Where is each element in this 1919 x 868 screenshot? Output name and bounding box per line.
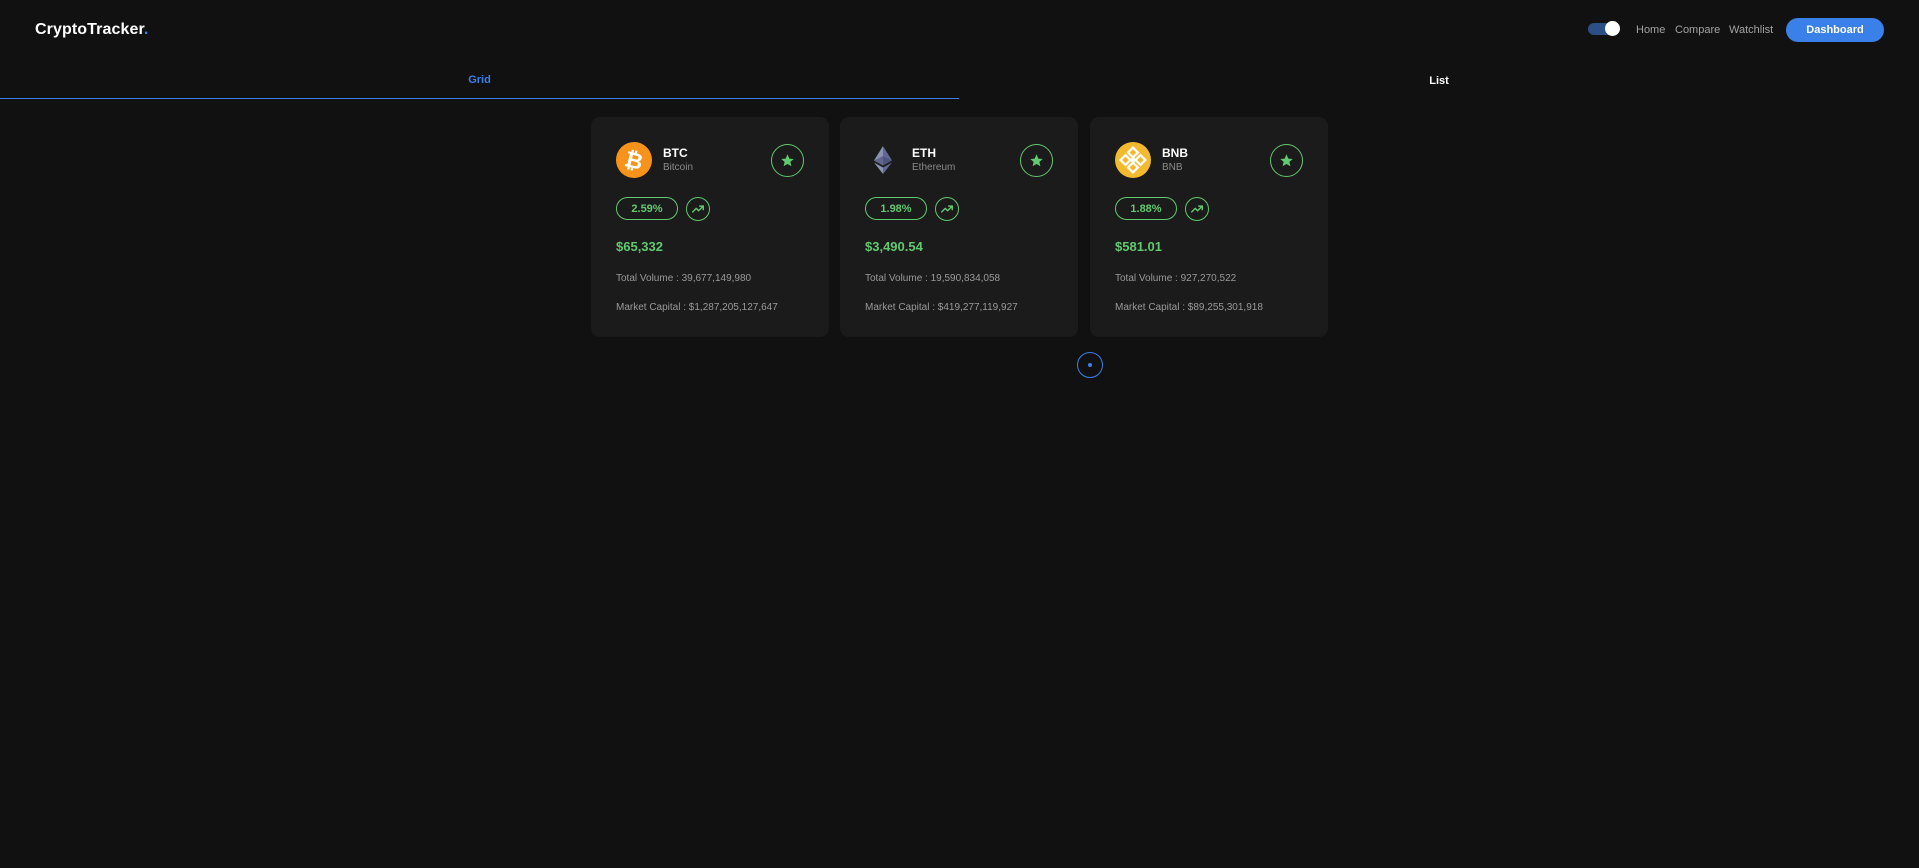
market-capital: Market Capital : $419,277,119,927 [865, 302, 1018, 313]
price-change-chip: 1.98% [865, 197, 927, 220]
bnb-logo-icon [1115, 142, 1151, 178]
market-capital: Market Capital : $1,287,205,127,647 [616, 302, 778, 313]
trending-up-icon [686, 197, 710, 221]
coin-card-btc[interactable]: ₿ BTC Bitcoin 2.59% $65,332 Total Volume… [591, 117, 829, 337]
watchlist-star-button[interactable] [771, 144, 804, 177]
app-logo[interactable]: CryptoTracker. [35, 21, 148, 39]
market-capital: Market Capital : $89,255,301,918 [1115, 302, 1263, 313]
coin-name: Bitcoin [663, 162, 694, 173]
view-tabs: Grid List [0, 62, 1919, 100]
price-change-chip: 1.88% [1115, 197, 1177, 220]
tab-grid[interactable]: Grid [0, 62, 959, 99]
bitcoin-logo-icon: ₿ [616, 142, 652, 178]
total-volume: Total Volume : 927,270,522 [1115, 273, 1237, 284]
header: CryptoTracker. Home Compare Watchlist Da… [0, 0, 1919, 62]
coin-symbol: BNB [1162, 146, 1188, 160]
coin-card-bnb[interactable]: BNB BNB 1.88% $581.01 Total Volume : 927… [1090, 117, 1328, 337]
coin-name: Ethereum [912, 162, 956, 173]
coin-price: $581.01 [1115, 239, 1162, 254]
coin-name: BNB [1162, 162, 1183, 173]
star-icon [1280, 154, 1293, 167]
tab-list[interactable]: List [959, 62, 1919, 99]
toggle-knob [1605, 21, 1620, 36]
svg-text:₿: ₿ [622, 147, 645, 176]
pagination-dot [1088, 363, 1092, 367]
star-icon [1030, 154, 1043, 167]
ethereum-logo-icon [865, 142, 901, 178]
nav-home-link[interactable]: Home [1636, 24, 1665, 36]
coin-symbol: BTC [663, 146, 688, 160]
trending-up-icon [1185, 197, 1209, 221]
price-change-chip: 2.59% [616, 197, 678, 220]
trending-up-icon [935, 197, 959, 221]
pagination-page-1[interactable] [1077, 352, 1103, 378]
coin-price: $3,490.54 [865, 239, 923, 254]
coin-card-eth[interactable]: ETH Ethereum 1.98% $3,490.54 Total Volum… [840, 117, 1078, 337]
coin-symbol: ETH [912, 146, 936, 160]
star-icon [781, 154, 794, 167]
coin-price: $65,332 [616, 239, 663, 254]
total-volume: Total Volume : 39,677,149,980 [616, 273, 752, 284]
total-volume: Total Volume : 19,590,834,058 [865, 273, 1001, 284]
nav-watchlist-link[interactable]: Watchlist [1729, 24, 1773, 36]
watchlist-star-button[interactable] [1020, 144, 1053, 177]
dashboard-button[interactable]: Dashboard [1786, 18, 1884, 42]
watchlist-star-button[interactable] [1270, 144, 1303, 177]
nav-compare-link[interactable]: Compare [1675, 24, 1720, 36]
theme-toggle[interactable] [1588, 21, 1620, 36]
